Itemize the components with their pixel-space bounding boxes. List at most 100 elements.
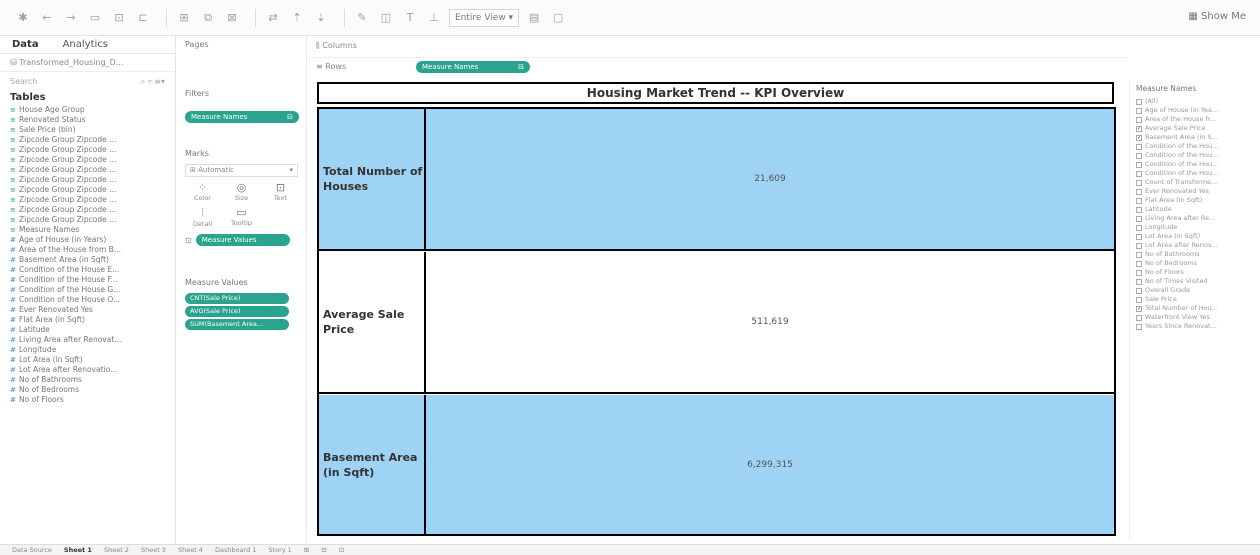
checkbox-icon[interactable] (1136, 206, 1142, 213)
marks-pill-measure-values[interactable]: Measure Values (195, 234, 290, 246)
checkbox-icon[interactable] (1136, 152, 1142, 159)
filter-card-item[interactable]: Count of Transforme... (1130, 178, 1260, 187)
checkbox-icon[interactable] (1136, 215, 1142, 222)
measure-values-shelf[interactable]: CNT(Sale Price) AVG(Sale Price) SUM(Baseme… (177, 293, 306, 330)
field-item[interactable]: # Living Area after Renovat... (0, 335, 175, 345)
duplicate-sheet-icon[interactable]: ⧉ (199, 10, 217, 26)
field-item[interactable]: # No of Floors (0, 395, 175, 405)
filter-card-item[interactable]: ✓ Average Sale Price (1130, 124, 1260, 133)
field-item[interactable]: ≡ Zipcode Group Zipcode ... (0, 145, 175, 155)
tableau-logo-icon[interactable]: ✱ (14, 10, 32, 26)
field-item[interactable]: # Ever Renovated Yes (0, 305, 175, 315)
fix-axes-icon[interactable]: ⊥ (425, 10, 443, 26)
filter-card-item[interactable]: Living Area after Re... (1130, 214, 1260, 223)
field-item[interactable]: # Lot Area after Renovatio... (0, 365, 175, 375)
checkbox-icon[interactable] (1136, 116, 1142, 123)
field-search[interactable]: Search ⌕ ▿ ≡▾ (0, 72, 175, 90)
filter-card-item[interactable]: ✓ Total Number of Hou... (1130, 304, 1260, 313)
show-cards-icon[interactable]: ▤ (525, 10, 543, 26)
checkbox-icon[interactable] (1136, 314, 1142, 321)
group-icon[interactable]: ◫ (377, 10, 395, 26)
filter-card-item[interactable]: Condition of the Hou... (1130, 151, 1260, 160)
field-item[interactable]: # No of Bathrooms (0, 375, 175, 385)
checkbox-icon[interactable] (1136, 161, 1142, 168)
field-item[interactable]: # Condition of the House F... (0, 275, 175, 285)
field-item[interactable]: # Flat Area (in Sqft) (0, 315, 175, 325)
columns-shelf[interactable]: ⫼ Columns (308, 37, 1128, 55)
kpi-row-total-houses[interactable]: Total Number of Houses 21,609 (319, 109, 1114, 251)
field-item[interactable]: ≡ Zipcode Group Zipcode ... (0, 205, 175, 215)
swap-axes-icon[interactable]: ⇄ (264, 10, 282, 26)
labels-icon[interactable]: T (401, 10, 419, 26)
marks-detail-button[interactable]: ⫶ Detail (183, 206, 222, 228)
filter-card-item[interactable]: Latitude (1130, 205, 1260, 214)
filter-card-item[interactable]: Condition of the Hou... (1130, 142, 1260, 151)
marks-text-button[interactable]: ⊡ Text (261, 181, 300, 202)
field-item[interactable]: # No of Bedrooms (0, 385, 175, 395)
kpi-row-basement-area[interactable]: Basement Area (in Sqft) 6,299,315 (319, 395, 1114, 534)
checkbox-icon[interactable] (1136, 251, 1142, 258)
sheet-tab[interactable]: Story 1 (262, 546, 297, 554)
field-item[interactable]: ≡ Renovated Status (0, 115, 175, 125)
field-item[interactable]: ≡ Zipcode Group Zipcode ... (0, 135, 175, 145)
filter-card-item[interactable]: No of Floors (1130, 268, 1260, 277)
field-item[interactable]: # Area of the House from B... (0, 245, 175, 255)
filter-card-item[interactable]: Longitude (1130, 223, 1260, 232)
new-sheet-icon[interactable]: ⊞ (175, 10, 193, 26)
sheet-tab[interactable]: Sheet 2 (98, 546, 135, 554)
rows-pill-measure-names[interactable]: Measure Names ⊟ (416, 60, 530, 73)
tab-analytics[interactable]: Analytics (51, 36, 120, 53)
filter-card-item[interactable]: Waterfront View Yes (1130, 313, 1260, 322)
field-item[interactable]: ≡ House Age Group (0, 105, 175, 115)
worksheet-title[interactable]: Housing Market Trend -- KPI Overview (317, 82, 1114, 104)
field-item[interactable]: # Age of House (in Years) (0, 235, 175, 245)
sheet-tab[interactable]: Dashboard 1 (209, 546, 262, 554)
filter-card-item[interactable]: Lot Area after Renov... (1130, 241, 1260, 250)
checkbox-icon[interactable] (1136, 278, 1142, 285)
filter-card-item[interactable]: ✓ Basement Area (in S... (1130, 133, 1260, 142)
field-item[interactable]: # Condition of the House E... (0, 265, 175, 275)
measure-value-pill[interactable]: SUM(Basement Area... (185, 319, 289, 330)
checkbox-icon[interactable] (1136, 224, 1142, 231)
sheet-tab[interactable]: Sheet 3 (135, 546, 172, 554)
filter-card-item[interactable]: Flat Area (in Sqft) (1130, 196, 1260, 205)
mark-type-select[interactable]: ⊞ Automatic ▾ (185, 164, 298, 177)
marks-tooltip-button[interactable]: ▭ Tooltip (222, 206, 261, 228)
checkbox-icon[interactable] (1136, 269, 1142, 276)
checkbox-icon[interactable] (1136, 179, 1142, 186)
kpi-row-average-sale-price[interactable]: Average Sale Price 511,619 (319, 252, 1114, 394)
checkbox-icon[interactable] (1136, 98, 1142, 105)
new-story-icon[interactable]: ⊡ (333, 546, 350, 554)
checkbox-icon[interactable] (1136, 143, 1142, 150)
checkbox-icon[interactable] (1136, 323, 1142, 330)
sheet-tab[interactable]: Sheet 4 (172, 546, 209, 554)
checkbox-icon[interactable] (1136, 107, 1142, 114)
filter-card-item[interactable]: Age of House (in Yea... (1130, 106, 1260, 115)
field-item[interactable]: ≡ Zipcode Group Zipcode ... (0, 165, 175, 175)
filter-card-item[interactable]: Sale Price (1130, 295, 1260, 304)
measure-value-pill[interactable]: CNT(Sale Price) (185, 293, 289, 304)
checkbox-checked-icon[interactable]: ✓ (1136, 125, 1142, 132)
tab-data[interactable]: Data (0, 36, 51, 53)
field-item[interactable]: ≡ Measure Names (0, 225, 175, 235)
field-item[interactable]: ≡ Sale Price (bin) (0, 125, 175, 135)
new-worksheet-icon[interactable]: ⊞ (298, 546, 315, 554)
data-source-item[interactable]: ⛁ Transformed_Housing_D... (0, 54, 175, 72)
filter-card-item[interactable]: No of Bedrooms (1130, 259, 1260, 268)
sheet-tab[interactable]: Sheet 1 (58, 546, 98, 554)
checkbox-checked-icon[interactable]: ✓ (1136, 305, 1142, 312)
checkbox-icon[interactable] (1136, 233, 1142, 240)
checkbox-icon[interactable] (1136, 296, 1142, 303)
save-icon[interactable]: ▭ (86, 10, 104, 26)
field-item[interactable]: ≡ Zipcode Group Zipcode ... (0, 195, 175, 205)
highlight-icon[interactable]: ✎ (353, 10, 371, 26)
filter-pill-measure-names[interactable]: Measure Names ⊟ (185, 111, 299, 123)
filter-card-item[interactable]: Condition of the Hou... (1130, 160, 1260, 169)
pause-updates-icon[interactable]: ⊏ (134, 10, 152, 26)
field-item[interactable]: ≡ Zipcode Group Zipcode ... (0, 215, 175, 225)
marks-text-shelf[interactable]: ⊡ Measure Values (177, 232, 306, 248)
field-item[interactable]: # Condition of the House O... (0, 295, 175, 305)
field-item[interactable]: ≡ Zipcode Group Zipcode ... (0, 175, 175, 185)
field-item[interactable]: ≡ Zipcode Group Zipcode ... (0, 155, 175, 165)
new-datasource-icon[interactable]: ⊡ (110, 10, 128, 26)
